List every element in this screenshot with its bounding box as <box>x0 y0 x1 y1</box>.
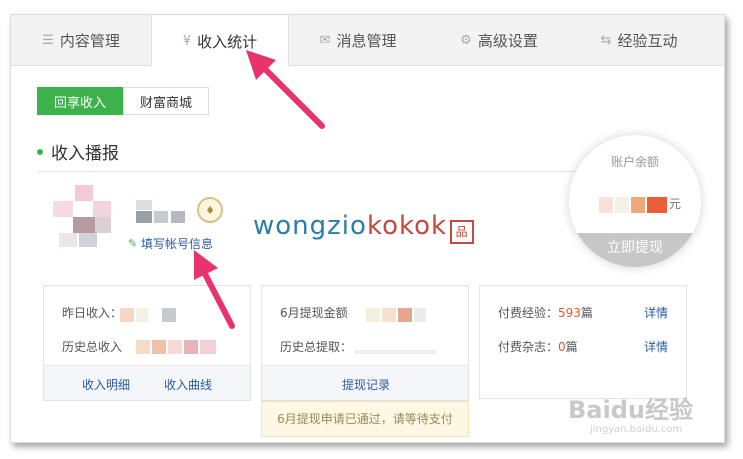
baidu-watermark-url: jingyan.baidu.com <box>590 424 683 435</box>
baidu-watermark: Baidu经验 <box>568 396 693 424</box>
